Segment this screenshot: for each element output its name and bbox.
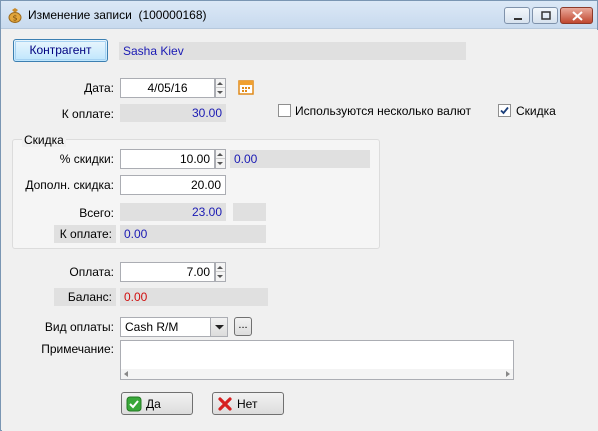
check-icon — [126, 396, 142, 412]
date-input[interactable]: 4/05/16 — [120, 78, 215, 98]
multi-currency-label: Используются несколько валют — [295, 104, 471, 118]
dialog-body: Контрагент Sasha Kiev Дата: 4/05/16 К оп… — [2, 30, 598, 431]
note-label: Примечание: — [41, 342, 114, 356]
close-button[interactable] — [560, 7, 593, 24]
due-value: 30.00 — [120, 104, 226, 122]
spin-up-icon[interactable] — [216, 79, 225, 88]
title-bar[interactable]: $ Изменение записи (100000168) — [1, 1, 597, 29]
date-label: Дата: — [84, 81, 114, 95]
maximize-button[interactable] — [532, 7, 558, 24]
multi-currency-checkbox[interactable] — [278, 104, 291, 117]
percent-label: % скидки: — [59, 152, 114, 166]
spin-down-icon[interactable] — [216, 272, 225, 281]
money-bag-icon: $ — [8, 8, 22, 23]
percent-input[interactable]: 10.00 — [120, 149, 215, 169]
ok-button[interactable]: Да — [121, 392, 193, 415]
dialog-window: $ Изменение записи (100000168) Контраген… — [0, 0, 598, 431]
minimize-icon — [514, 18, 522, 20]
contragent-button[interactable]: Контрагент — [13, 39, 108, 62]
group-due-value: 0.00 — [120, 225, 266, 243]
scroll-right-icon[interactable] — [505, 371, 511, 377]
close-icon — [572, 11, 583, 21]
spin-up-icon[interactable] — [216, 263, 225, 272]
group-due-label: К оплате: — [54, 225, 116, 243]
window-title: Изменение записи (100000168) — [28, 8, 207, 22]
contragent-name: Sasha Kiev — [119, 42, 466, 60]
note-textarea[interactable] — [120, 340, 514, 380]
payment-method-select[interactable]: Cash R/M — [120, 317, 228, 337]
record-id: (100000168) — [138, 8, 207, 22]
scroll-left-icon[interactable] — [123, 371, 129, 377]
spin-up-icon[interactable] — [216, 150, 225, 159]
cancel-button[interactable]: Нет — [212, 392, 284, 415]
balance-label: Баланс: — [54, 288, 116, 306]
checkmark-icon — [500, 106, 509, 115]
total-extra-field — [233, 203, 266, 221]
payment-input[interactable]: 7.00 — [120, 262, 215, 282]
discount-checkbox-label: Скидка — [516, 104, 556, 118]
chevron-down-icon[interactable] — [210, 318, 227, 336]
spin-down-icon[interactable] — [216, 159, 225, 168]
maximize-icon — [541, 11, 551, 20]
total-label: Всего: — [79, 206, 114, 220]
svg-text:$: $ — [12, 14, 17, 23]
payment-spinner[interactable] — [215, 262, 226, 282]
discount-group-title: Скидка — [22, 133, 66, 147]
percent-spinner[interactable] — [215, 149, 226, 169]
date-spinner[interactable] — [215, 78, 226, 98]
browse-button[interactable]: ... — [234, 317, 252, 336]
balance-value: 0.00 — [120, 288, 268, 306]
ok-button-label: Да — [146, 397, 161, 411]
spin-down-icon[interactable] — [216, 88, 225, 97]
payment-label: Оплата: — [69, 265, 114, 279]
cross-icon — [218, 397, 232, 411]
note-horizontal-scrollbar[interactable] — [121, 369, 513, 379]
extra-discount-input[interactable]: 20.00 — [120, 175, 226, 195]
minimize-button[interactable] — [504, 7, 530, 24]
due-label: К оплате: — [61, 107, 114, 121]
percent-amount: 0.00 — [230, 150, 370, 168]
extra-discount-label: Дополн. скидка: — [25, 178, 114, 192]
discount-checkbox[interactable] — [498, 104, 511, 117]
total-value: 23.00 — [120, 203, 226, 221]
cancel-button-label: Нет — [237, 397, 258, 411]
calendar-icon[interactable] — [238, 79, 254, 95]
window-title-text: Изменение записи — [28, 8, 132, 22]
payment-method-value: Cash R/M — [125, 320, 179, 334]
payment-method-label: Вид оплаты: — [44, 320, 114, 334]
